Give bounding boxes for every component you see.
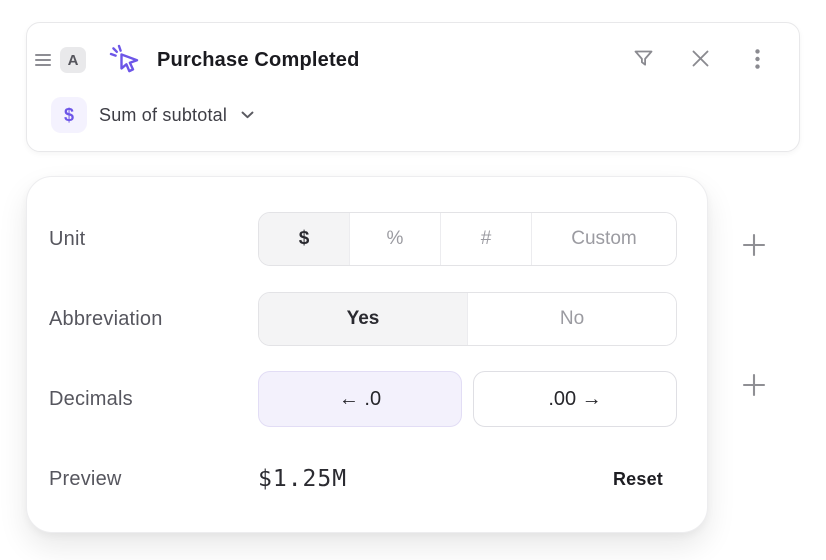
- drag-handle-icon[interactable]: [33, 50, 53, 70]
- close-button[interactable]: [688, 48, 712, 72]
- event-series-badge: A: [60, 47, 86, 73]
- abbreviation-row: Abbreviation Yes No: [49, 279, 677, 359]
- metric-unit-badge: $: [51, 97, 87, 133]
- add-metric-button[interactable]: [740, 232, 768, 260]
- close-icon: [690, 48, 711, 72]
- unit-option-custom[interactable]: Custom: [531, 213, 676, 265]
- increase-decimals-button[interactable]: .00 →: [473, 371, 677, 427]
- abbreviation-segmented-control: Yes No: [258, 292, 677, 346]
- abbreviation-label: Abbreviation: [49, 308, 258, 331]
- filter-icon: [632, 47, 655, 73]
- event-card-actions: [631, 48, 769, 72]
- metric-selector[interactable]: $ Sum of subtotal: [51, 97, 254, 133]
- kebab-menu-icon: [755, 49, 760, 72]
- unit-label: Unit: [49, 228, 258, 251]
- preview-row: Preview $1.25M Reset: [49, 439, 677, 519]
- chevron-down-icon: [241, 111, 254, 119]
- more-options-button[interactable]: [745, 48, 769, 72]
- event-title[interactable]: Purchase Completed: [157, 49, 360, 72]
- reset-button[interactable]: Reset: [607, 468, 669, 491]
- event-card-header: A Purchase Completed: [27, 40, 799, 80]
- plus-icon: [742, 373, 766, 400]
- decimals-controls: ← .0 .00 →: [258, 371, 677, 427]
- decimals-row: Decimals ← .0 .00 →: [49, 359, 677, 439]
- metric-label: Sum of subtotal: [99, 105, 227, 126]
- preview-value: $1.25M: [258, 466, 347, 492]
- format-panel: Unit $ % # Custom Abbreviation Yes No De…: [26, 176, 708, 533]
- unit-segmented-control: $ % # Custom: [258, 212, 677, 266]
- unit-option-percent[interactable]: %: [349, 213, 440, 265]
- unit-option-dollar[interactable]: $: [259, 213, 349, 265]
- unit-row: Unit $ % # Custom: [49, 199, 677, 279]
- metric-config-view: A Purchase Completed: [0, 0, 826, 560]
- event-card: A Purchase Completed: [26, 22, 800, 152]
- plus-icon: [742, 233, 766, 260]
- abbreviation-option-no[interactable]: No: [467, 293, 676, 345]
- decimals-label: Decimals: [49, 388, 258, 411]
- unit-option-number[interactable]: #: [440, 213, 531, 265]
- decrease-decimals-button[interactable]: ← .0: [258, 371, 462, 427]
- filter-button[interactable]: [631, 48, 655, 72]
- abbreviation-option-yes[interactable]: Yes: [259, 293, 467, 345]
- preview-label: Preview: [49, 468, 258, 491]
- add-event-button[interactable]: [740, 372, 768, 400]
- cursor-click-icon: [107, 42, 143, 78]
